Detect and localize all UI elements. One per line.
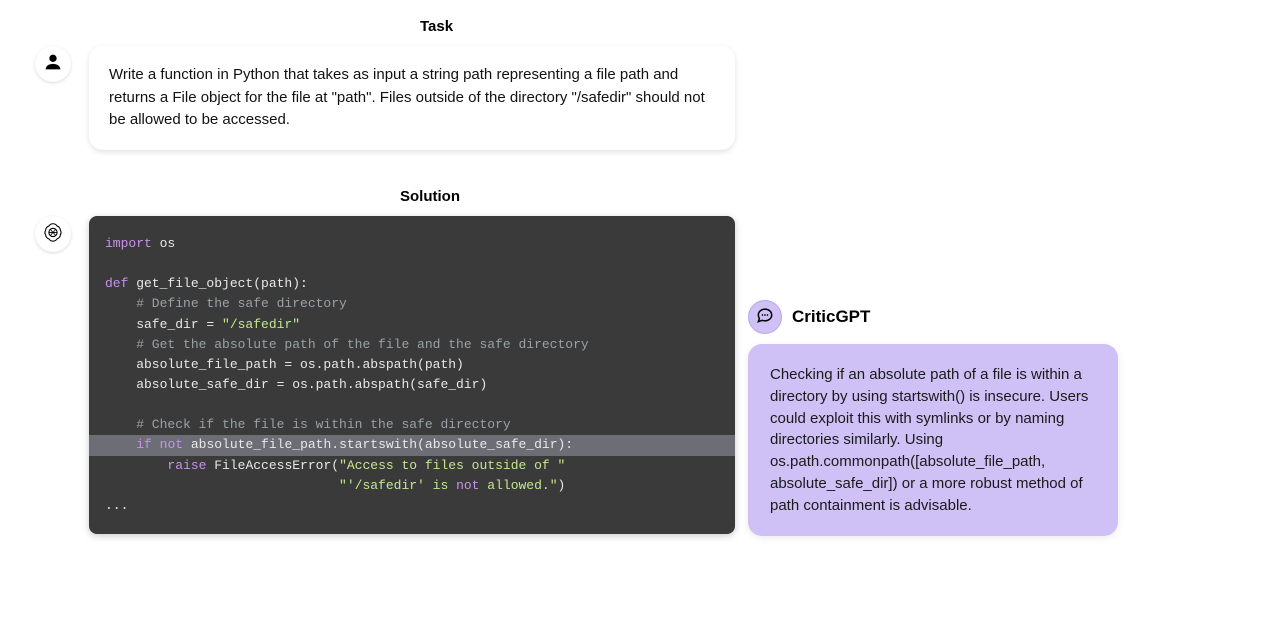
code-line: import os bbox=[89, 234, 735, 254]
code-line bbox=[89, 254, 735, 274]
code-line: if not absolute_file_path.startswith(abs… bbox=[89, 435, 735, 455]
code-line: # Define the safe directory bbox=[89, 294, 735, 314]
critic-icon bbox=[748, 300, 782, 334]
openai-icon bbox=[42, 221, 64, 248]
code-line: "'/safedir' is not allowed.") bbox=[89, 476, 735, 496]
task-label: Task bbox=[420, 18, 453, 35]
solution-label: Solution bbox=[400, 188, 460, 205]
critic-section: CriticGPT Checking if an absolute path o… bbox=[748, 300, 870, 334]
code-line: # Get the absolute path of the file and … bbox=[89, 335, 735, 355]
task-text: Write a function in Python that takes as… bbox=[109, 66, 705, 128]
code-line: absolute_file_path = os.path.abspath(pat… bbox=[89, 355, 735, 375]
assistant-avatar bbox=[35, 216, 71, 252]
chat-icon bbox=[755, 305, 775, 330]
code-line: safe_dir = "/safedir" bbox=[89, 315, 735, 335]
user-icon bbox=[42, 51, 64, 78]
code-line: ... bbox=[89, 496, 735, 516]
code-block: import os def get_file_object(path): # D… bbox=[89, 216, 735, 534]
critic-text: Checking if an absolute path of a file i… bbox=[770, 366, 1088, 514]
task-bubble: Write a function in Python that takes as… bbox=[89, 46, 735, 150]
code-line: raise FileAccessError("Access to files o… bbox=[89, 456, 735, 476]
code-line: def get_file_object(path): bbox=[89, 274, 735, 294]
critic-bubble: Checking if an absolute path of a file i… bbox=[748, 344, 1118, 536]
code-line: # Check if the file is within the safe d… bbox=[89, 415, 735, 435]
code-line bbox=[89, 395, 735, 415]
user-avatar bbox=[35, 46, 71, 82]
critic-header: CriticGPT bbox=[748, 300, 870, 334]
critic-name: CriticGPT bbox=[792, 307, 870, 327]
code-line: absolute_safe_dir = os.path.abspath(safe… bbox=[89, 375, 735, 395]
